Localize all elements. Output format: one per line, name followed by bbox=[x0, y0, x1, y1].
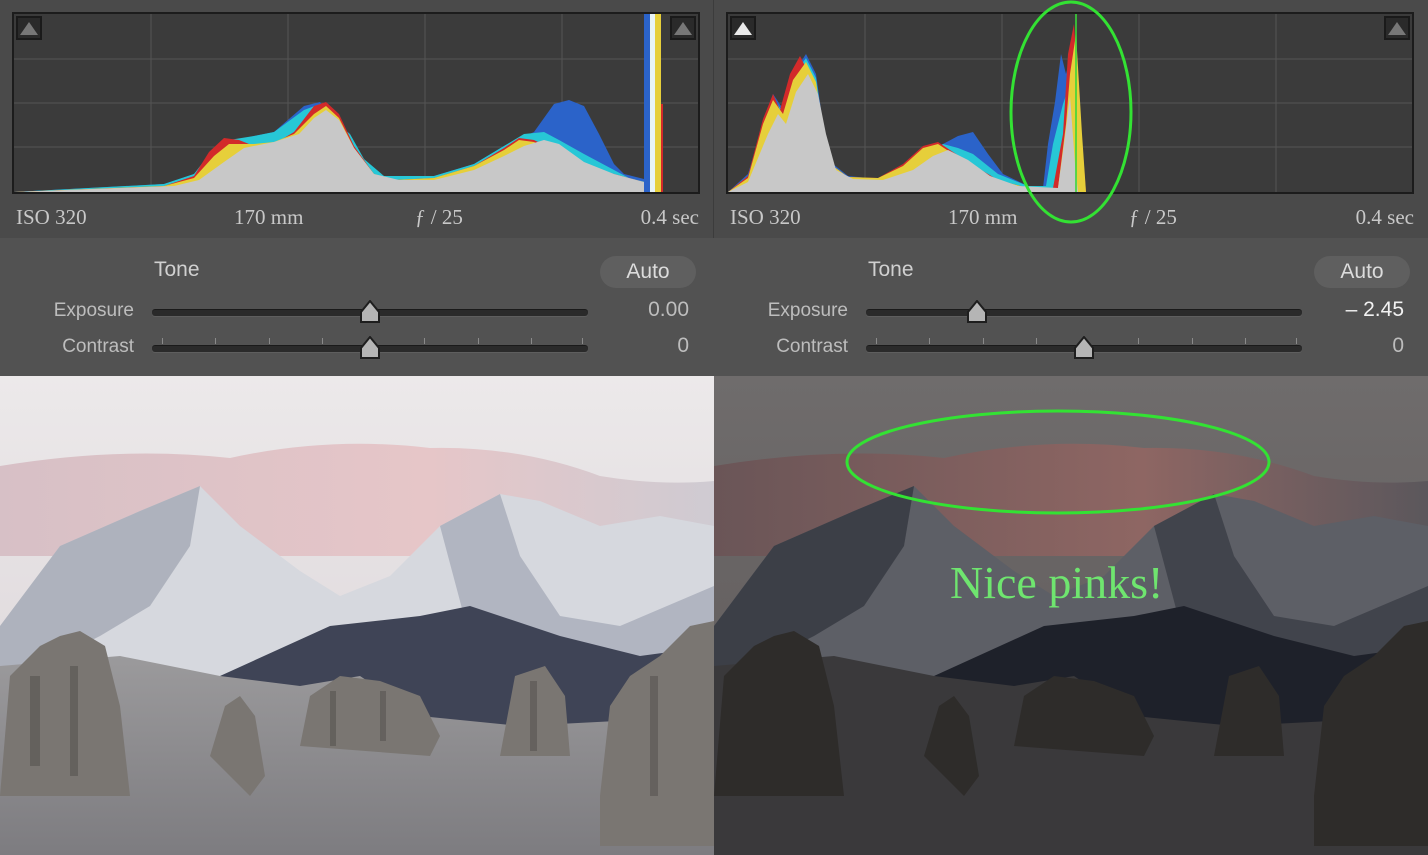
aperture-readout: ƒ / 25 bbox=[1129, 205, 1177, 229]
landscape-image bbox=[0, 376, 714, 855]
contrast-value[interactable]: 0 bbox=[569, 334, 689, 358]
photo-preview-original bbox=[0, 376, 714, 855]
iso-readout: ISO 320 bbox=[730, 205, 801, 229]
exposure-label: Exposure bbox=[767, 300, 848, 321]
exposure-label: Exposure bbox=[53, 300, 134, 321]
highlight-clipping-toggle-left[interactable] bbox=[670, 16, 696, 40]
exposure-slider-thumb[interactable] bbox=[359, 300, 381, 326]
shutter-readout: 0.4 sec bbox=[640, 205, 699, 229]
histogram-left bbox=[12, 12, 700, 194]
focal-length-readout: 170 mm bbox=[234, 205, 304, 229]
shutter-readout: 0.4 sec bbox=[1355, 205, 1414, 229]
triangle-icon bbox=[1388, 21, 1406, 35]
triangle-icon bbox=[734, 21, 752, 35]
exposure-slider-track[interactable] bbox=[866, 309, 1302, 316]
aperture-readout: ƒ / 25 bbox=[415, 205, 463, 229]
focal-length-readout: 170 mm bbox=[948, 205, 1018, 229]
tone-section-title: Tone bbox=[154, 258, 200, 281]
exposure-value[interactable]: – 2.45 bbox=[1284, 298, 1404, 322]
develop-panel-right: ISO 320 170 mm ƒ / 25 0.4 sec Tone Auto … bbox=[714, 0, 1428, 376]
contrast-slider-thumb[interactable] bbox=[1073, 336, 1095, 362]
annotation-nice-pinks: Nice pinks! bbox=[950, 557, 1164, 608]
exposure-slider-thumb[interactable] bbox=[966, 300, 988, 326]
histogram-graph-left bbox=[14, 14, 698, 192]
triangle-icon bbox=[20, 21, 38, 35]
iso-readout: ISO 320 bbox=[16, 205, 87, 229]
highlight-clipping-toggle-right[interactable] bbox=[1384, 16, 1410, 40]
develop-panel-left: ISO 320 170 mm ƒ / 25 0.4 sec Tone Auto … bbox=[0, 0, 714, 376]
contrast-label: Contrast bbox=[62, 336, 134, 357]
shadow-clipping-toggle-right[interactable] bbox=[730, 16, 756, 40]
contrast-slider-thumb[interactable] bbox=[359, 336, 381, 362]
shadow-clipping-toggle-left[interactable] bbox=[16, 16, 42, 40]
photo-preview-adjusted: Nice pinks! bbox=[714, 376, 1428, 855]
contrast-value[interactable]: 0 bbox=[1284, 334, 1404, 358]
auto-tone-button[interactable]: Auto bbox=[1314, 256, 1410, 288]
histogram-right bbox=[726, 12, 1414, 194]
exposure-value[interactable]: 0.00 bbox=[569, 298, 689, 322]
histogram-graph-right bbox=[728, 14, 1412, 192]
landscape-image-darkened bbox=[714, 376, 1428, 855]
tone-section-title: Tone bbox=[868, 258, 914, 281]
triangle-icon bbox=[674, 21, 692, 35]
auto-tone-button[interactable]: Auto bbox=[600, 256, 696, 288]
contrast-label: Contrast bbox=[776, 336, 848, 357]
